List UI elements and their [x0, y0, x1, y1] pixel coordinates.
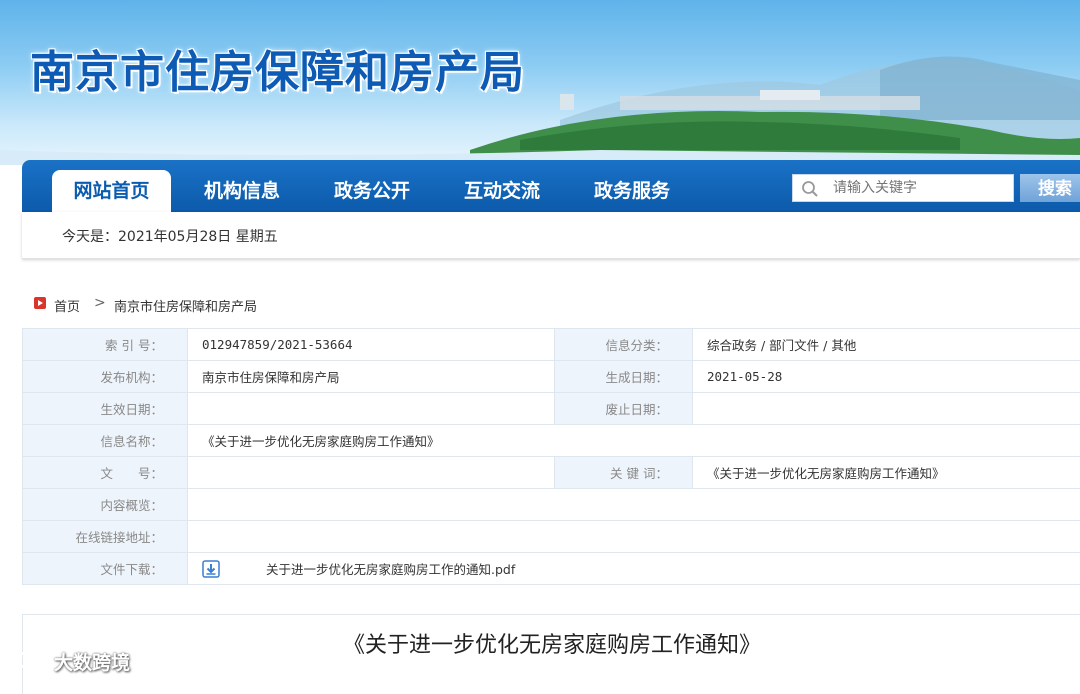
table-row: 内容概览：: [23, 489, 1080, 521]
file-download-label: 文件下载：: [23, 553, 188, 585]
publisher-label: 发布机构：: [23, 361, 188, 393]
article-section: 《关于进一步优化无房家庭购房工作通知》: [22, 614, 1080, 694]
nav-item-interaction[interactable]: 互动交流: [442, 170, 562, 212]
nav-item-home[interactable]: 网站首页: [52, 170, 171, 212]
search-box: [792, 174, 1014, 202]
search-icon: [801, 180, 819, 198]
search-button[interactable]: 搜索: [1020, 174, 1080, 202]
download-file-link[interactable]: 关于进一步优化无房家庭购房工作的通知.pdf: [266, 562, 515, 577]
category-label: 信息分类：: [555, 329, 693, 361]
effective-date-value: [188, 393, 555, 425]
header-banner: 南京市住房保障和房产局: [0, 0, 1080, 165]
index-label: 索 引 号：: [23, 329, 188, 361]
created-date-label: 生成日期：: [555, 361, 693, 393]
info-name-label: 信息名称：: [23, 425, 188, 457]
table-row: 发布机构： 南京市住房保障和房产局 生成日期： 2021-05-28: [23, 361, 1080, 393]
created-date-value: 2021-05-28: [693, 361, 1080, 393]
effective-date-label: 生效日期：: [23, 393, 188, 425]
document-info-table: 索 引 号： 012947859/2021-53664 信息分类： 综合政务 /…: [22, 328, 1080, 585]
doc-number-value: [188, 457, 555, 489]
table-row: 在线链接地址：: [23, 521, 1080, 553]
nav-item-org-info[interactable]: 机构信息: [182, 170, 302, 212]
breadcrumb-separator: >: [94, 295, 106, 311]
table-row: 索 引 号： 012947859/2021-53664 信息分类： 综合政务 /…: [23, 329, 1080, 361]
summary-label: 内容概览：: [23, 489, 188, 521]
expired-date-value: [693, 393, 1080, 425]
nav-item-services[interactable]: 政务服务: [572, 170, 692, 212]
online-link-value: [188, 521, 1080, 553]
expired-date-label: 废止日期：: [555, 393, 693, 425]
index-value: 012947859/2021-53664: [188, 329, 555, 361]
watermark-logo-icon: [8, 648, 52, 672]
search-input[interactable]: [833, 177, 1008, 199]
date-bar: 今天是：2021年05月28日 星期五: [22, 212, 1080, 259]
doc-number-label: 文 号：: [23, 457, 188, 489]
download-icon[interactable]: [202, 560, 220, 578]
home-icon: [34, 297, 46, 309]
category-value: 综合政务 / 部门文件 / 其他: [693, 329, 1080, 361]
table-row: 信息名称： 《关于进一步优化无房家庭购房工作通知》: [23, 425, 1080, 457]
site-title: 南京市住房保障和房产局: [30, 36, 525, 100]
publisher-value: 南京市住房保障和房产局: [188, 361, 555, 393]
table-row: 文 号： 关 键 词： 《关于进一步优化无房家庭购房工作通知》: [23, 457, 1080, 489]
keywords-label: 关 键 词：: [555, 457, 693, 489]
keywords-value: 《关于进一步优化无房家庭购房工作通知》: [693, 457, 1080, 489]
info-name-value: 《关于进一步优化无房家庭购房工作通知》: [188, 425, 1080, 457]
watermark-text: 大数跨境: [54, 648, 130, 675]
article-title: 《关于进一步优化无房家庭购房工作通知》: [23, 627, 1080, 659]
file-download-cell: 关于进一步优化无房家庭购房工作的通知.pdf: [188, 553, 1080, 585]
online-link-label: 在线链接地址：: [23, 521, 188, 553]
summary-value: [188, 489, 1080, 521]
today-date: 今天是：2021年05月28日 星期五: [62, 226, 278, 246]
table-row: 生效日期： 废止日期：: [23, 393, 1080, 425]
breadcrumb-home-link[interactable]: 首页: [54, 296, 80, 315]
breadcrumb-current[interactable]: 南京市住房保障和房产局: [114, 296, 257, 315]
table-row: 文件下载： 关于进一步优化无房家庭购房工作的通知.pdf: [23, 553, 1080, 585]
nav-item-gov-affairs[interactable]: 政务公开: [312, 170, 432, 212]
main-nav: 网站首页 机构信息 政务公开 互动交流 政务服务 搜索: [22, 160, 1080, 212]
